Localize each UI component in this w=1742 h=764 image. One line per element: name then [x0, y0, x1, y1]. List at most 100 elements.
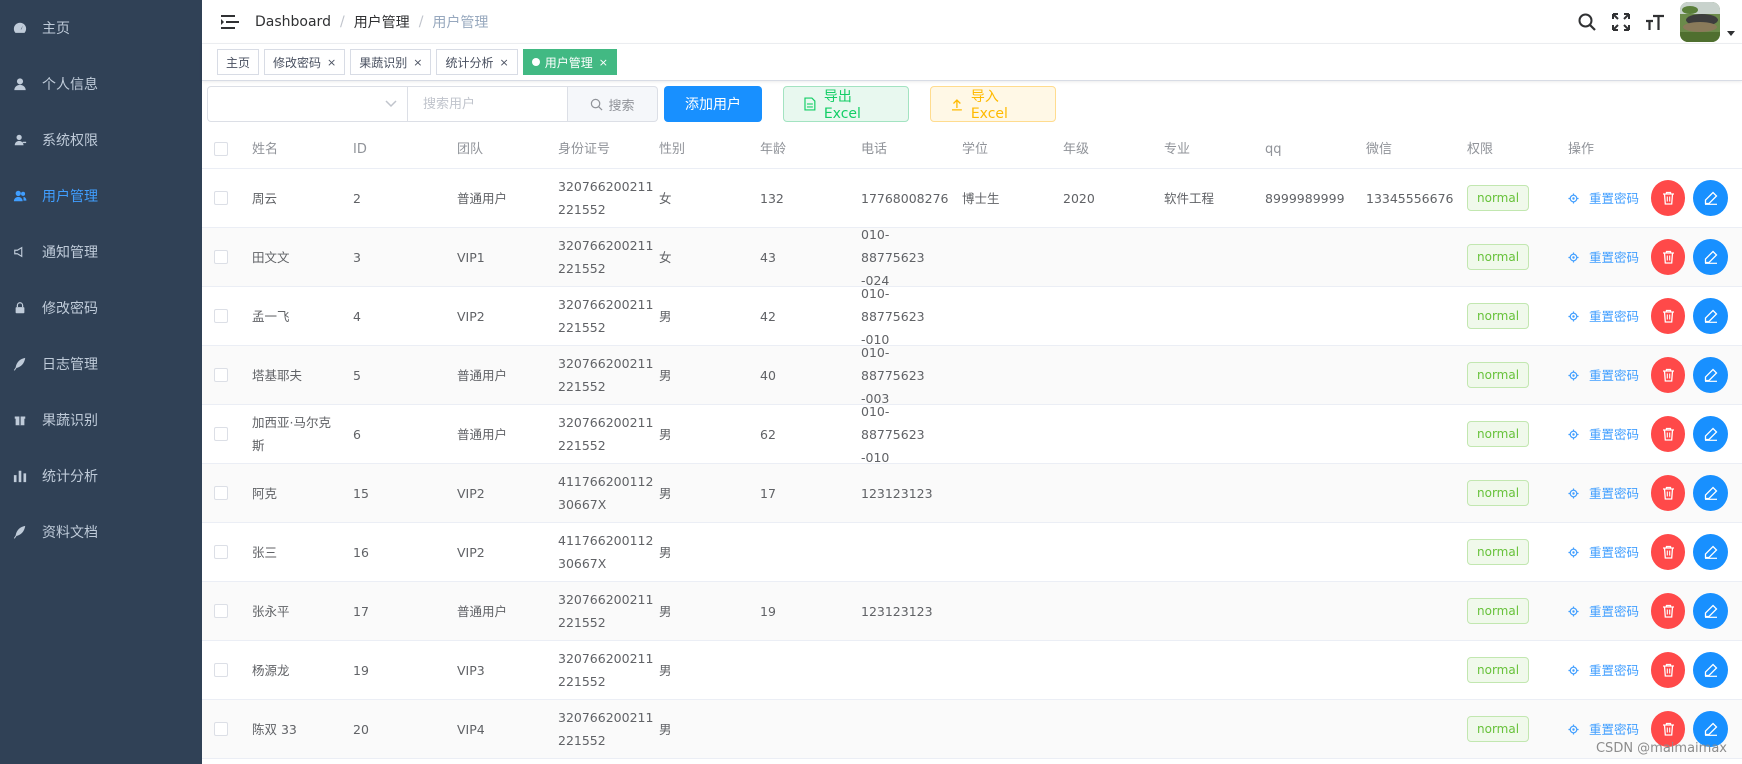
search-input[interactable] [408, 86, 568, 122]
dashboard-icon [12, 20, 28, 36]
edit-button[interactable] [1693, 593, 1728, 629]
import-excel-button[interactable]: 导入Excel [930, 86, 1056, 122]
active-dot-icon [531, 58, 540, 66]
select-all-checkbox[interactable] [214, 142, 228, 156]
edit-button[interactable] [1693, 416, 1728, 452]
breadcrumb: Dashboard / 用户管理 / 用户管理 [255, 12, 488, 32]
fullscreen-icon[interactable] [1604, 0, 1638, 44]
close-icon[interactable]: × [599, 56, 608, 69]
breadcrumb-user-management[interactable]: 用户管理 [354, 12, 410, 32]
cell-team: VIP2 [457, 544, 485, 560]
tag[interactable]: 统计分析 × [436, 49, 518, 75]
reset-password-label: 重置密码 [1589, 662, 1640, 678]
sidebar-item[interactable]: 统计分析 [0, 448, 202, 504]
reset-password-link[interactable]: 重置密码 [1568, 541, 1643, 564]
sidebar-item[interactable]: 系统权限 [0, 112, 202, 168]
tag[interactable]: 修改密码 × [264, 49, 346, 75]
edit-button[interactable] [1693, 239, 1728, 275]
reset-password-link[interactable]: 重置密码 [1568, 187, 1643, 210]
row-checkbox[interactable] [214, 663, 228, 677]
cell-actions: 重置密码 [1558, 475, 1728, 511]
edit-button[interactable] [1693, 180, 1728, 216]
avatar[interactable] [1680, 2, 1720, 42]
reset-password-link[interactable]: 重置密码 [1568, 482, 1643, 505]
cell-id-number: 320766200211 221552 [548, 352, 654, 398]
close-icon[interactable]: × [327, 56, 336, 69]
cell-age: 17 [760, 485, 776, 501]
row-checkbox[interactable] [214, 486, 228, 500]
cell-phone-line: -010 [861, 449, 890, 465]
row-checkbox[interactable] [214, 545, 228, 559]
delete-button[interactable] [1650, 180, 1686, 216]
cell-id: 20 [353, 721, 369, 737]
cell-age: 43 [760, 249, 776, 265]
sidebar-item-label: 资料文档 [42, 525, 98, 541]
table-row: 陈双 33 20 VIP4 320766200211 221552 男 normal 重置密码 [202, 700, 1742, 759]
reset-password-link[interactable]: 重置密码 [1568, 364, 1643, 387]
breadcrumb-dashboard[interactable]: Dashboard [255, 14, 331, 30]
row-checkbox[interactable] [214, 368, 228, 382]
tag[interactable]: 果蔬识别 × [350, 49, 432, 75]
delete-button[interactable] [1650, 593, 1686, 629]
cell-id: 16 [353, 544, 369, 560]
sidebar-item[interactable]: 个人信息 [0, 56, 202, 112]
cell-id-number: 320766200211 221552 [548, 588, 653, 634]
chart-icon [12, 468, 28, 484]
close-icon[interactable]: × [413, 56, 422, 69]
reset-password-link[interactable]: 重置密码 [1568, 305, 1643, 328]
tag[interactable]: 用户管理 × [522, 49, 617, 75]
delete-button[interactable] [1650, 298, 1686, 334]
chevron-down-icon[interactable] [1720, 0, 1742, 44]
reset-password-link[interactable]: 重置密码 [1568, 246, 1643, 269]
tag-label: 用户管理 [544, 55, 593, 70]
cell-name: 加西亚·马尔克斯 [252, 415, 331, 453]
sidebar-item[interactable]: 修改密码 [0, 280, 202, 336]
edit-button[interactable] [1693, 357, 1728, 393]
sidebar-item[interactable]: 日志管理 [0, 336, 202, 392]
delete-button[interactable] [1650, 239, 1686, 275]
cell-id-number-line: 320766200211 [558, 710, 654, 725]
row-checkbox[interactable] [214, 427, 228, 441]
row-checkbox[interactable] [214, 250, 228, 264]
delete-button[interactable] [1650, 416, 1686, 452]
delete-button[interactable] [1650, 475, 1686, 511]
cell-phone-line: 010-88775623 [861, 403, 925, 442]
sidebar-item[interactable]: 用户管理 [0, 168, 202, 224]
tag[interactable]: 主页 [217, 49, 260, 75]
font-size-icon[interactable] [1638, 0, 1672, 44]
cell-id-number-line: 320766200211 [558, 356, 654, 371]
cell-team: VIP2 [457, 485, 485, 501]
search-button[interactable]: 搜索 [568, 86, 658, 122]
reset-password-link[interactable]: 重置密码 [1568, 423, 1643, 446]
hamburger-menu-icon[interactable] [217, 9, 243, 35]
reset-password-link[interactable]: 重置密码 [1568, 600, 1643, 623]
trash-icon [1662, 604, 1675, 618]
close-icon[interactable]: × [500, 56, 509, 69]
filter-select[interactable] [207, 86, 408, 122]
edit-button[interactable] [1693, 475, 1728, 511]
delete-button[interactable] [1650, 534, 1686, 570]
search-icon[interactable] [1570, 0, 1604, 44]
row-checkbox[interactable] [214, 309, 228, 323]
sidebar-item[interactable]: 主页 [0, 0, 202, 56]
sidebar-item[interactable]: 果蔬识别 [0, 392, 202, 448]
sidebar-item[interactable]: 通知管理 [0, 224, 202, 280]
add-user-button[interactable]: 添加用户 [664, 86, 762, 122]
header-id-number: 身份证号 [558, 141, 611, 157]
delete-button[interactable] [1650, 357, 1686, 393]
row-checkbox[interactable] [214, 722, 228, 736]
reset-password-link[interactable]: 重置密码 [1568, 659, 1643, 682]
export-excel-button[interactable]: 导出Excel [783, 86, 909, 122]
reset-password-link[interactable]: 重置密码 [1568, 718, 1643, 741]
cell-team: VIP1 [457, 249, 485, 265]
sidebar-item-label: 主页 [42, 21, 70, 37]
cell-team: 普通用户 [457, 190, 508, 206]
edit-button[interactable] [1693, 652, 1728, 688]
edit-button[interactable] [1693, 298, 1728, 334]
sidebar-item[interactable]: 资料文档 [0, 504, 202, 560]
edit-button[interactable] [1693, 534, 1728, 570]
row-checkbox[interactable] [214, 191, 228, 205]
row-checkbox[interactable] [214, 604, 228, 618]
delete-button[interactable] [1650, 652, 1686, 688]
peoples-icon [12, 132, 28, 148]
